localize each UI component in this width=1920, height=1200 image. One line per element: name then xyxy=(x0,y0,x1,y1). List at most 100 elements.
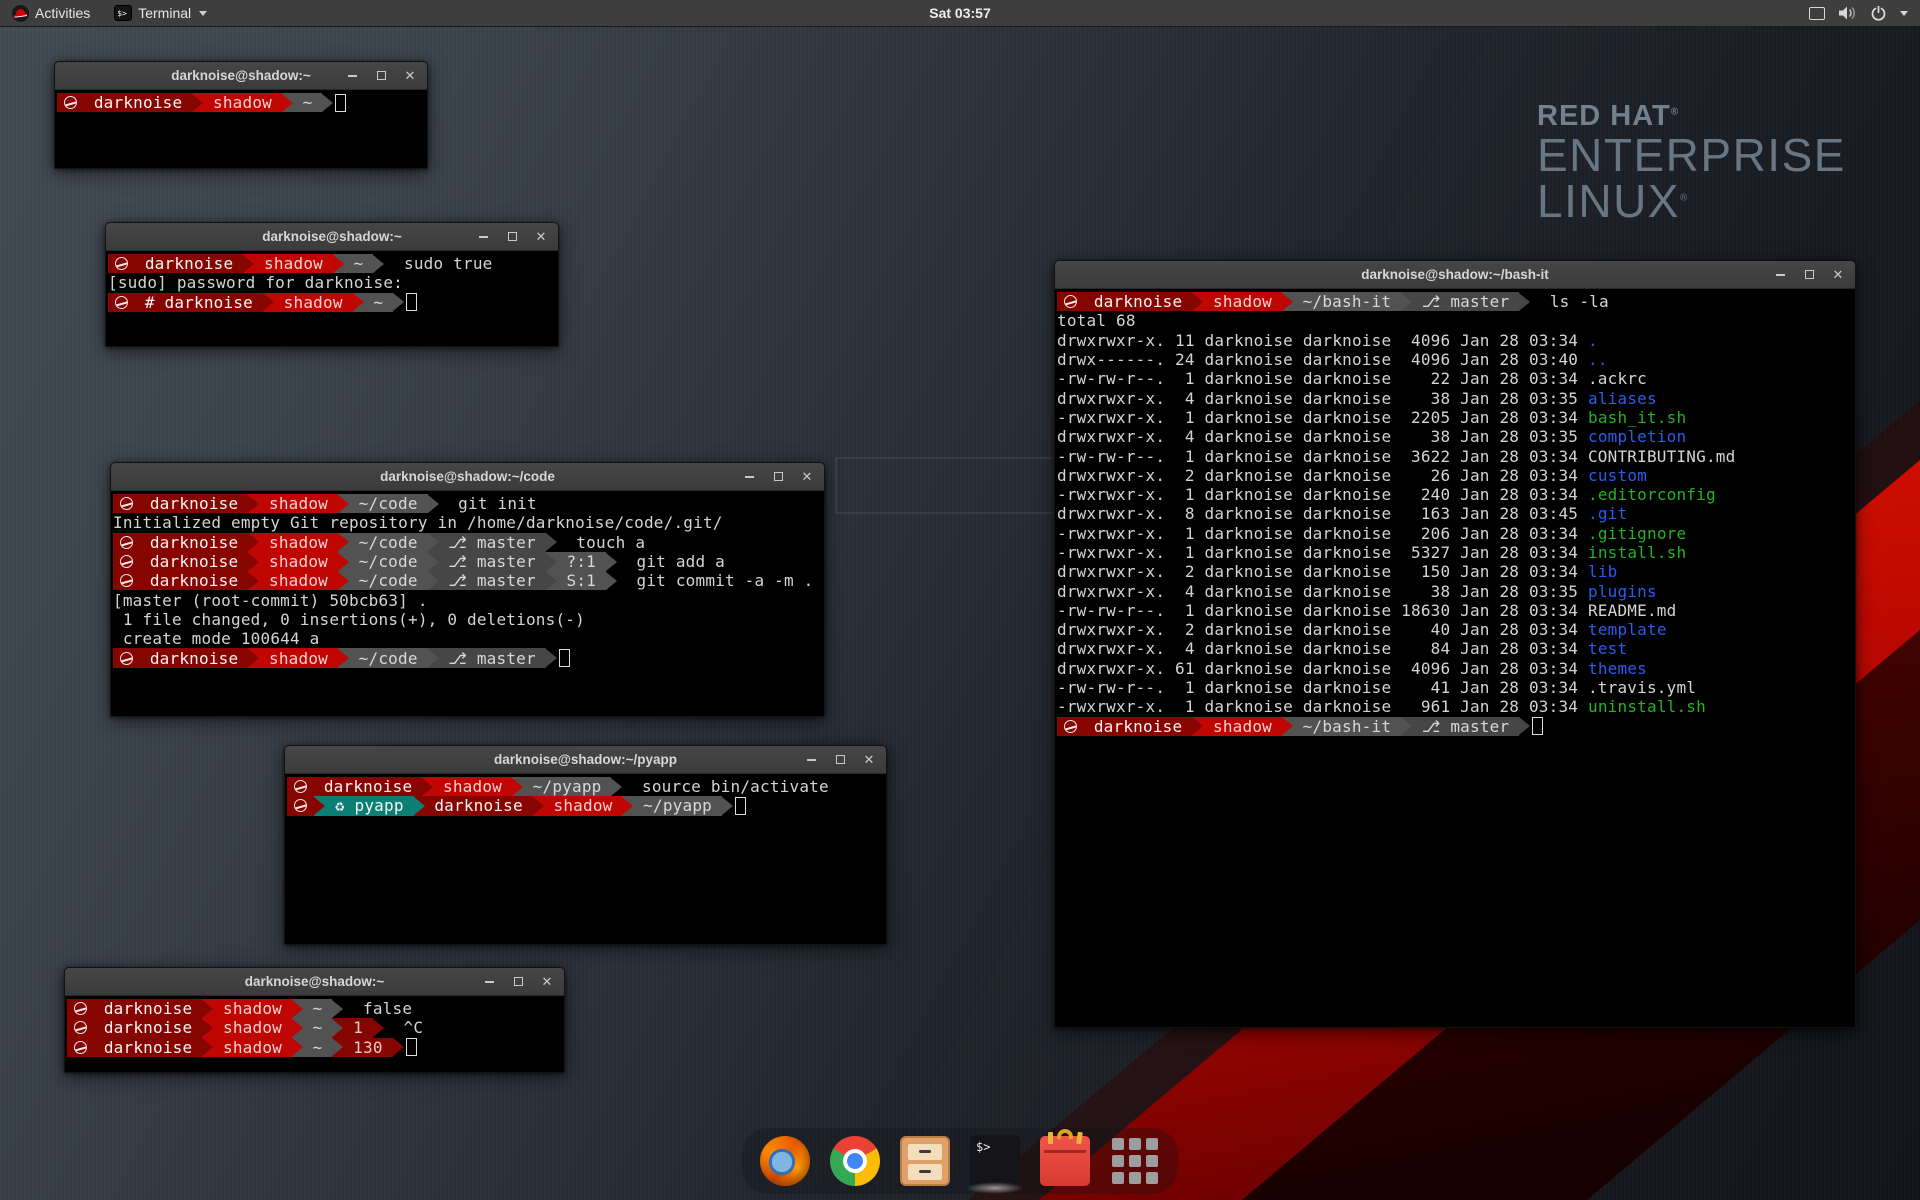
terminal-line: darknoise shadow ~ false xyxy=(67,999,562,1018)
terminal-text: -rwxrwxr-x. 1 darknoise darknoise 5327 J… xyxy=(1057,543,1588,562)
minimize-button[interactable] xyxy=(805,754,817,766)
minimize-button[interactable] xyxy=(1774,269,1786,281)
terminal-line: create mode 100644 a xyxy=(113,629,822,648)
app-grid-icon[interactable] xyxy=(1110,1136,1160,1186)
window-controls: ✕ xyxy=(346,62,416,89)
terminal-content[interactable]: darknoise shadow ~ false darknoise shado… xyxy=(65,996,564,1060)
file-manager-icon[interactable] xyxy=(900,1136,950,1186)
window-titlebar[interactable]: darknoise@shadow:~/bash-it✕ xyxy=(1055,261,1855,289)
terminal-line: [sudo] password for darknoise: xyxy=(108,273,556,292)
prompt-icon-segment xyxy=(287,777,314,796)
terminal-icon[interactable]: $> xyxy=(970,1136,1020,1186)
window-titlebar[interactable]: darknoise@shadow:~/pyapp✕ xyxy=(285,746,886,774)
terminal-line: drwxrwxr-x. 4 darknoise darknoise 38 Jan… xyxy=(1057,581,1853,600)
terminal-line: total 68 xyxy=(1057,311,1853,330)
system-status-area[interactable] xyxy=(1803,0,1914,26)
close-button[interactable]: ✕ xyxy=(801,471,813,483)
window-titlebar[interactable]: darknoise@shadow:~/code✕ xyxy=(111,463,824,491)
maximize-button[interactable] xyxy=(1803,269,1815,281)
terminal-text: -rwxrwxr-x. 1 darknoise darknoise 961 Ja… xyxy=(1057,697,1588,716)
prompt-segment: shadow xyxy=(259,494,338,513)
terminal-line: darknoise shadow ~/code ⎇ master S:1 git… xyxy=(113,571,822,590)
maximize-button[interactable] xyxy=(512,976,524,988)
maximize-button[interactable] xyxy=(772,471,784,483)
window-titlebar[interactable]: darknoise@shadow:~✕ xyxy=(65,968,564,996)
close-button[interactable]: ✕ xyxy=(1832,269,1844,281)
terminal-content[interactable]: darknoise shadow ~/bash-it ⎇ master ls -… xyxy=(1055,289,1855,739)
terminal-text: -rwxrwxr-x. 1 darknoise darknoise 240 Ja… xyxy=(1057,485,1588,504)
terminal-window-home-1[interactable]: darknoise@shadow:~✕ darknoise shadow ~ xyxy=(54,61,428,169)
terminal-window-home-2[interactable]: darknoise@shadow:~✕ darknoise shadow ~ f… xyxy=(64,967,565,1073)
terminal-content[interactable]: darknoise shadow ~/code git initInitiali… xyxy=(111,491,824,671)
minimize-button[interactable] xyxy=(346,70,358,82)
powerline-separator-icon xyxy=(546,571,557,590)
prompt-segment: shadow xyxy=(259,552,338,571)
terminal-text: drwxrwxr-x. 4 darknoise darknoise 84 Jan… xyxy=(1057,639,1588,658)
prompt-segment: shadow xyxy=(203,93,282,112)
powerline-separator-icon xyxy=(338,648,349,667)
maximize-button[interactable] xyxy=(834,754,846,766)
terminal-line: drwxrwxr-x. 2 darknoise darknoise 40 Jan… xyxy=(1057,620,1853,639)
prompt-segment: ~/code xyxy=(349,571,428,590)
prompt-segment: ~/code xyxy=(349,494,428,513)
prompt-segment: darknoise xyxy=(84,93,192,112)
terminal-prompt-glyph: $> xyxy=(976,1140,990,1154)
terminal-window-code[interactable]: darknoise@shadow:~/code✕ darknoise shado… xyxy=(110,462,825,717)
clock[interactable]: Sat 03:57 xyxy=(919,0,1000,26)
close-button[interactable]: ✕ xyxy=(863,754,875,766)
terminal-cursor xyxy=(559,649,570,667)
redhat-prompt-icon xyxy=(74,1002,87,1015)
terminal-line: drwxrwxr-x. 2 darknoise darknoise 150 Ja… xyxy=(1057,562,1853,581)
drawer-top xyxy=(908,1144,942,1160)
top-bar: Activities $> Terminal Sat 03:57 xyxy=(0,0,1920,27)
prompt-segment: shadow xyxy=(213,999,292,1018)
terminal-text: touch a xyxy=(557,533,646,552)
prompt-segment: darknoise xyxy=(135,254,243,273)
tool-stick xyxy=(1048,1132,1053,1144)
powerline-separator-icon xyxy=(373,254,384,273)
maximize-button[interactable] xyxy=(375,70,387,82)
terminal-text: [sudo] password for darknoise: xyxy=(108,273,403,292)
prompt-segment: darknoise xyxy=(140,571,248,590)
activities-button[interactable]: Activities xyxy=(0,0,102,26)
powerline-separator-icon xyxy=(292,999,303,1018)
terminal-text: create mode 100644 a xyxy=(113,629,320,648)
close-button[interactable]: ✕ xyxy=(404,70,416,82)
minimize-button[interactable] xyxy=(477,231,489,243)
prompt-segment: darknoise xyxy=(140,494,248,513)
prompt-icon-segment xyxy=(1057,717,1084,736)
minimize-button[interactable] xyxy=(743,471,755,483)
firefox-icon[interactable] xyxy=(760,1136,810,1186)
directory-name: lib xyxy=(1588,562,1618,581)
terminal-line: -rwxrwxr-x. 1 darknoise darknoise 2205 J… xyxy=(1057,408,1853,427)
window-titlebar[interactable]: darknoise@shadow:~✕ xyxy=(106,223,558,251)
executable-name: .editorconfig xyxy=(1588,485,1716,504)
menu-caret-icon xyxy=(1900,11,1908,16)
directory-name: completion xyxy=(1588,427,1686,446)
terminal-content[interactable]: darknoise shadow ~ sudo true[sudo] passw… xyxy=(106,251,558,315)
app-menu-terminal[interactable]: $> Terminal xyxy=(102,0,219,26)
terminal-window-bash-it[interactable]: darknoise@shadow:~/bash-it✕ darknoise sh… xyxy=(1054,260,1856,1028)
terminal-text: drwxrwxr-x. 11 darknoise darknoise 4096 … xyxy=(1057,331,1588,350)
window-titlebar[interactable]: darknoise@shadow:~✕ xyxy=(55,62,427,90)
prompt-segment: ~ xyxy=(303,1018,333,1037)
close-button[interactable]: ✕ xyxy=(535,231,547,243)
powerline-separator-icon xyxy=(332,1018,343,1037)
terminal-content[interactable]: darknoise shadow ~ xyxy=(55,90,427,115)
terminal-window-pyapp[interactable]: darknoise@shadow:~/pyapp✕ darknoise shad… xyxy=(284,745,887,945)
prompt-icon-segment xyxy=(113,552,140,571)
prompt-segment: shadow xyxy=(259,648,338,667)
maximize-button[interactable] xyxy=(506,231,518,243)
prompt-icon-segment xyxy=(113,533,140,552)
close-button[interactable]: ✕ xyxy=(541,976,553,988)
minimize-button[interactable] xyxy=(483,976,495,988)
prompt-segment: ~ xyxy=(303,1038,333,1057)
terminal-content[interactable]: darknoise shadow ~/pyapp source bin/acti… xyxy=(285,774,886,819)
terminal-line: -rw-rw-r--. 1 darknoise darknoise 41 Jan… xyxy=(1057,678,1853,697)
rhel-logo-enterprise: ENTERPRISE xyxy=(1537,132,1846,179)
toolbox-icon[interactable] xyxy=(1040,1136,1090,1186)
chrome-icon[interactable] xyxy=(830,1136,880,1186)
terminal-line: -rwxrwxr-x. 1 darknoise darknoise 961 Ja… xyxy=(1057,697,1853,716)
terminal-line: drwxrwxr-x. 4 darknoise darknoise 84 Jan… xyxy=(1057,639,1853,658)
terminal-window-sudo[interactable]: darknoise@shadow:~✕ darknoise shadow ~ s… xyxy=(105,222,559,347)
